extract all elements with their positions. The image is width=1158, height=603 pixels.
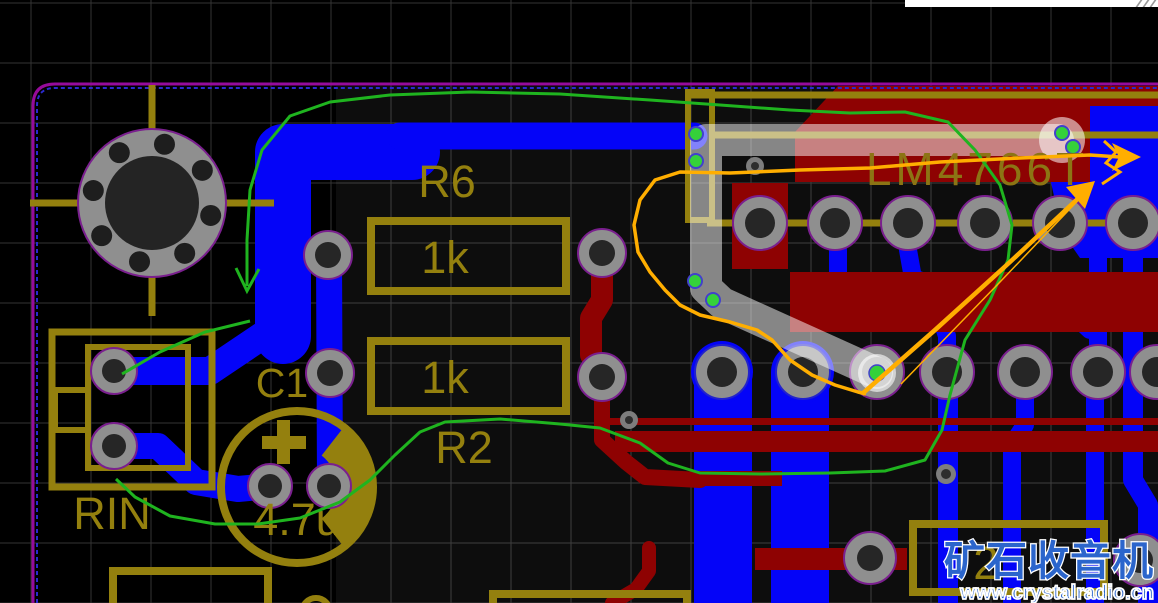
c1-plus-icon <box>262 436 306 449</box>
mount-small-hole <box>108 142 130 164</box>
via-hole <box>625 416 633 424</box>
via-hole <box>751 162 759 170</box>
pad-hole <box>317 360 343 386</box>
net-via-marker[interactable] <box>687 273 703 289</box>
pad-hole <box>707 357 737 387</box>
net-via-marker[interactable] <box>1054 125 1070 141</box>
label-r6-ref[interactable]: R6 <box>418 156 476 207</box>
mount-small-hole <box>191 159 213 181</box>
pad-hole <box>970 208 1000 238</box>
pad-hole <box>1083 357 1113 387</box>
mounting-hole[interactable] <box>77 128 227 278</box>
mount-small-hole <box>174 242 196 264</box>
mount-small-hole <box>82 180 104 202</box>
resize-grip-icon <box>1142 0 1150 7</box>
maroon-trace[interactable] <box>600 418 1158 425</box>
net-via-marker[interactable] <box>688 126 704 142</box>
pad-hole <box>102 359 126 383</box>
mount-small-hole <box>200 204 222 226</box>
pad-hole <box>857 545 883 571</box>
pad-hole <box>589 364 615 390</box>
net-via-marker[interactable] <box>688 153 704 169</box>
pad-hole <box>1010 357 1040 387</box>
pad-hole <box>1127 547 1153 573</box>
net-via-marker[interactable] <box>705 292 721 308</box>
pad-hole <box>315 242 341 268</box>
label-rin-ref[interactable]: RIN <box>73 488 151 539</box>
pad-hole <box>589 240 615 266</box>
mount-small-hole <box>129 251 151 273</box>
maroon-trace[interactable] <box>615 431 1158 452</box>
pcb-editor-viewport: R6 1k 1k R2 C1 4.7u RIN LM4766T 2 矿石收音机 … <box>0 0 1158 603</box>
pad-hole <box>102 434 126 458</box>
mount-drill <box>105 156 199 250</box>
silk-outline[interactable] <box>52 387 91 433</box>
label-r6-value[interactable]: 1k <box>421 232 469 283</box>
mount-small-hole <box>91 225 113 247</box>
pcb-canvas[interactable]: R6 1k 1k R2 C1 4.7u RIN LM4766T 2 <box>0 0 1158 603</box>
silk-circle[interactable] <box>301 595 331 603</box>
label-partial-ref[interactable]: 2 <box>973 537 999 589</box>
mount-small-hole <box>153 133 175 155</box>
pad-hole <box>893 208 923 238</box>
resize-grip-icon <box>1149 0 1157 7</box>
label-c1-ref[interactable]: C1 <box>256 360 308 406</box>
horizontal-scrollbar[interactable] <box>905 0 1158 7</box>
pad-hole <box>745 208 775 238</box>
pad-hole <box>820 208 850 238</box>
resize-grip-icon <box>1135 0 1143 7</box>
pad-hole <box>1118 208 1148 238</box>
label-r2-ref[interactable]: R2 <box>435 422 493 473</box>
silk-outline[interactable] <box>109 567 272 603</box>
label-r2-value[interactable]: 1k <box>421 352 469 403</box>
via-hole <box>941 469 951 479</box>
